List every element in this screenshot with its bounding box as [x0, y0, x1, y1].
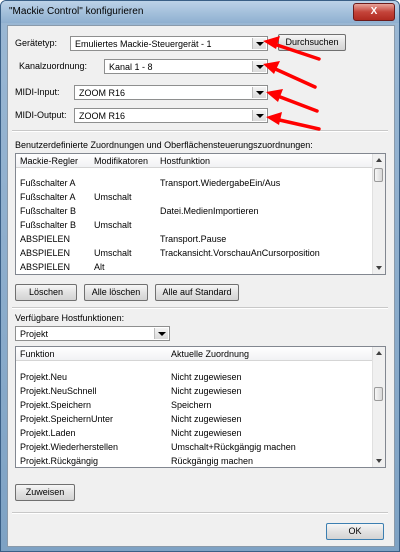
- cell-function: Projekt.Speichern: [20, 400, 92, 410]
- column-header-current-mapping[interactable]: Aktuelle Zuordnung: [171, 349, 249, 359]
- cell-control: ABSPIELEN: [20, 262, 71, 272]
- cell-control: Fußschalter B: [20, 220, 77, 230]
- column-header-host-function[interactable]: Hostfunktion: [160, 156, 210, 166]
- scroll-up-icon[interactable]: [374, 348, 384, 358]
- cell-current-mapping: Rückgängig machen: [171, 456, 254, 466]
- window-title: "Mackie Control" konfigurieren: [9, 6, 144, 17]
- cell-host-function: Trackansicht.VorschauAnCursorposition: [160, 248, 320, 258]
- cell-current-mapping: Umschalt+Rückgängig machen: [171, 442, 296, 452]
- column-header-modifiers[interactable]: Modifikatoren: [94, 156, 148, 166]
- cell-current-mapping: Nicht zugewiesen: [171, 414, 242, 424]
- midi-output-value: ZOOM R16: [79, 111, 126, 121]
- cell-host-function: Transport.Pause: [160, 234, 227, 244]
- midi-input-value: ZOOM R16: [79, 88, 126, 98]
- reset-defaults-button[interactable]: Alle auf Standard: [155, 284, 239, 301]
- chevron-down-icon[interactable]: [252, 61, 266, 72]
- cell-control: ABSPIELEN: [20, 234, 71, 244]
- chevron-down-icon[interactable]: [252, 110, 266, 121]
- channel-mapping-value: Kanal 1 - 8: [109, 62, 153, 72]
- mapping-scrollbar[interactable]: [372, 154, 385, 274]
- mapping-table-header: Mackie-Regler Modifikatoren Hostfunktion: [16, 154, 372, 168]
- dialog-content: Gerätetyp: Emuliertes Mackie-Steuergerät…: [7, 25, 395, 547]
- cell-modifier: Umschalt: [94, 220, 132, 230]
- device-type-label: Gerätetyp:: [15, 38, 58, 48]
- cell-function: Projekt.Neu: [20, 372, 68, 382]
- mapping-table[interactable]: Mackie-Regler Modifikatoren Hostfunktion…: [15, 153, 386, 275]
- cell-current-mapping: Nicht zugewiesen: [171, 372, 242, 382]
- dialog-window: "Mackie Control" konfigurieren X Gerätet…: [0, 0, 400, 552]
- cell-function: Projekt.Rückgängig: [20, 456, 99, 466]
- device-type-select[interactable]: Emuliertes Mackie-Steuergerät - 1: [70, 36, 268, 51]
- scroll-down-icon[interactable]: [374, 263, 384, 273]
- host-category-select[interactable]: Projekt: [15, 326, 170, 341]
- cell-function: Projekt.Wiederherstellen: [20, 442, 119, 452]
- separator: [12, 130, 388, 132]
- close-button[interactable]: X: [353, 3, 395, 21]
- cell-control: Fußschalter B: [20, 206, 77, 216]
- cell-modifier: Umschalt: [94, 248, 132, 258]
- host-table-header: Funktion Aktuelle Zuordnung: [16, 347, 372, 361]
- cell-current-mapping: Nicht zugewiesen: [171, 386, 242, 396]
- custom-mapping-label: Benutzerdefinierte Zuordnungen und Oberf…: [15, 140, 313, 150]
- cell-control: ABSPIELEN: [20, 248, 71, 258]
- column-header-control[interactable]: Mackie-Regler: [20, 156, 78, 166]
- midi-input-select[interactable]: ZOOM R16: [74, 85, 268, 100]
- channel-mapping-label: Kanalzuordnung:: [19, 61, 88, 71]
- column-header-function[interactable]: Funktion: [20, 349, 55, 359]
- chevron-down-icon[interactable]: [252, 87, 266, 98]
- ok-button[interactable]: OK: [326, 523, 384, 540]
- cell-modifier: Umschalt: [94, 192, 132, 202]
- cell-function: Projekt.Laden: [20, 428, 76, 438]
- delete-all-button[interactable]: Alle löschen: [84, 284, 148, 301]
- cell-modifier: Alt: [94, 262, 105, 272]
- chevron-down-icon[interactable]: [154, 328, 168, 339]
- chevron-down-icon[interactable]: [252, 38, 266, 49]
- cell-host-function: Datei.MedienImportieren: [160, 206, 259, 216]
- scroll-down-icon[interactable]: [374, 456, 384, 466]
- scroll-thumb[interactable]: [374, 168, 383, 182]
- host-scrollbar[interactable]: [372, 347, 385, 467]
- host-functions-table[interactable]: Funktion Aktuelle Zuordnung Projekt.Neu …: [15, 346, 386, 468]
- midi-output-label: MIDI-Output:: [15, 110, 67, 120]
- midi-output-select[interactable]: ZOOM R16: [74, 108, 268, 123]
- cell-current-mapping: Speichern: [171, 400, 212, 410]
- scroll-thumb[interactable]: [374, 387, 383, 401]
- cell-current-mapping: Nicht zugewiesen: [171, 428, 242, 438]
- cell-host-function: Transport.WiedergabeEin/Aus: [160, 178, 281, 188]
- assign-button[interactable]: Zuweisen: [15, 484, 75, 501]
- separator: [12, 307, 388, 309]
- available-host-functions-label: Verfügbare Hostfunktionen:: [15, 313, 125, 323]
- channel-mapping-select[interactable]: Kanal 1 - 8: [104, 59, 268, 74]
- host-category-value: Projekt: [20, 329, 49, 339]
- scroll-up-icon[interactable]: [374, 155, 384, 165]
- cell-control: Fußschalter A: [20, 192, 76, 202]
- title-bar[interactable]: "Mackie Control" konfigurieren X: [1, 1, 399, 23]
- cell-function: Projekt.SpeichernUnter: [20, 414, 114, 424]
- cell-control: Fußschalter A: [20, 178, 76, 188]
- browse-button[interactable]: Durchsuchen: [278, 34, 346, 51]
- cell-function: Projekt.NeuSchnell: [20, 386, 97, 396]
- delete-button[interactable]: Löschen: [15, 284, 77, 301]
- separator: [12, 512, 388, 514]
- midi-input-label: MIDI-Input:: [15, 87, 60, 97]
- device-type-value: Emuliertes Mackie-Steuergerät - 1: [75, 39, 212, 49]
